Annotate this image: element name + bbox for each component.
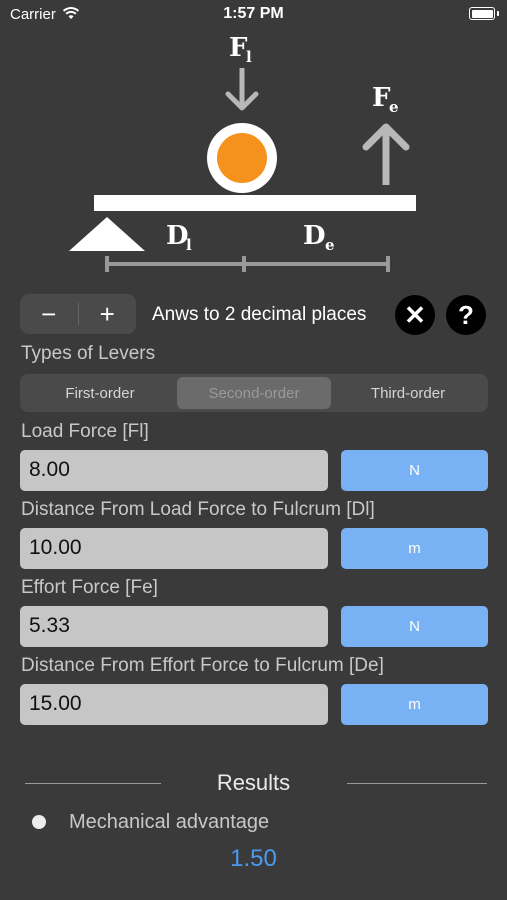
segment-third-order[interactable]: Third-order bbox=[331, 377, 485, 409]
load-force-field[interactable]: 8.00 bbox=[20, 450, 328, 491]
effort-distance-unit-button[interactable]: m bbox=[341, 684, 488, 725]
effort-force-label: Effort Force [Fe] bbox=[21, 577, 158, 598]
lever-diagram: F l F e D l D e bbox=[69, 33, 416, 272]
load-force-unit-button[interactable]: N bbox=[341, 450, 488, 491]
decimal-places-label: Anws to 2 decimal places bbox=[152, 304, 367, 325]
bullet-icon bbox=[32, 815, 46, 829]
distance-dimension-line bbox=[105, 256, 390, 272]
load-distance-field[interactable]: 10.00 bbox=[20, 528, 328, 569]
lever-beam bbox=[94, 195, 416, 211]
effort-force-unit-button[interactable]: N bbox=[341, 606, 488, 647]
lever-type-selector[interactable]: First-order Second-order Third-order bbox=[20, 374, 488, 412]
battery-icon bbox=[469, 7, 499, 20]
fulcrum-icon bbox=[69, 217, 145, 251]
effort-force-subscript: e bbox=[389, 98, 399, 116]
mechanical-advantage-value: 1.50 bbox=[230, 845, 277, 872]
load-distance-subscript: l bbox=[186, 236, 192, 254]
question-icon: ? bbox=[458, 299, 474, 330]
load-down-arrow-icon bbox=[225, 68, 259, 111]
results-divider-right bbox=[347, 783, 487, 784]
lever-types-label: Types of Levers bbox=[21, 343, 156, 364]
segment-first-order[interactable]: First-order bbox=[23, 377, 177, 409]
load-distance-unit-button[interactable]: m bbox=[341, 528, 488, 569]
load-distance-label: Distance From Load Force to Fulcrum [Dl] bbox=[21, 499, 375, 520]
segment-second-order[interactable]: Second-order bbox=[177, 377, 331, 409]
help-button[interactable]: ? bbox=[446, 295, 486, 335]
decrement-button[interactable]: − bbox=[20, 294, 78, 334]
increment-button[interactable]: + bbox=[79, 294, 137, 334]
effort-distance-label: Distance From Effort Force to Fulcrum [D… bbox=[21, 655, 384, 676]
status-time: 1:57 PM bbox=[223, 5, 284, 22]
clear-button[interactable]: ✕ bbox=[395, 295, 435, 335]
mechanical-advantage-label: Mechanical advantage bbox=[69, 811, 270, 833]
effort-up-arrow-icon bbox=[362, 123, 410, 185]
effort-distance-subscript: e bbox=[325, 236, 335, 254]
effort-distance-symbol: D bbox=[303, 221, 326, 251]
load-force-label: Load Force [Fl] bbox=[21, 421, 149, 442]
effort-distance-field[interactable]: 15.00 bbox=[20, 684, 328, 725]
close-icon: ✕ bbox=[404, 299, 426, 330]
load-force-subscript: l bbox=[246, 48, 252, 66]
effort-force-field[interactable]: 5.33 bbox=[20, 606, 328, 647]
status-bar: Carrier 1:57 PM bbox=[0, 0, 507, 30]
load-ball-core bbox=[217, 133, 267, 183]
decimal-stepper[interactable]: − + bbox=[20, 294, 136, 334]
